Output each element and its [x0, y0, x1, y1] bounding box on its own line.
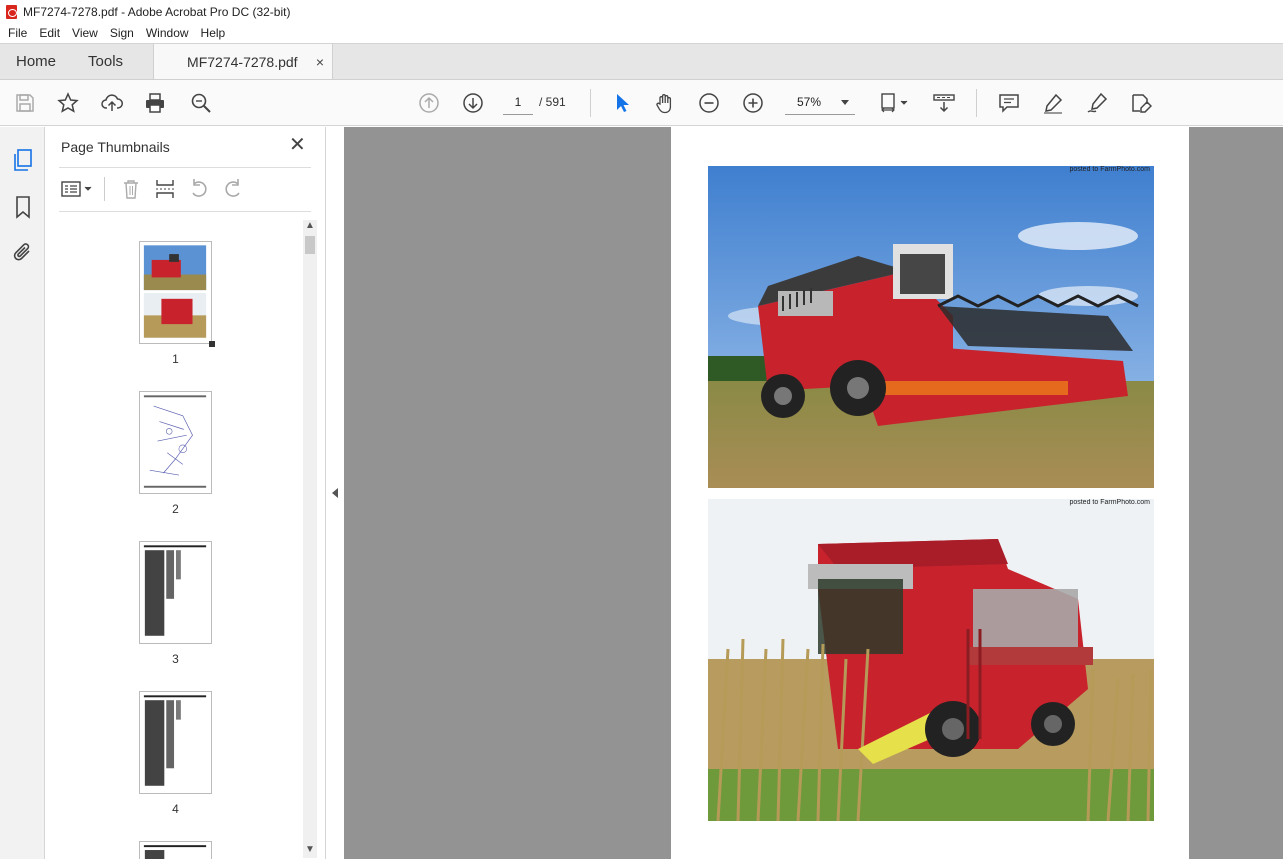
fill-sign-icon[interactable] [1085, 91, 1109, 115]
zoom-in-icon[interactable] [741, 91, 765, 115]
tab-home[interactable]: Home [0, 44, 72, 79]
bookmarks-icon[interactable] [11, 195, 35, 219]
menu-view[interactable]: View [66, 26, 104, 40]
thumbnail-scrollbar[interactable]: ▲ ▼ [303, 220, 317, 858]
document-view[interactable]: posted to FarmPhoto.com posted to FarmPh… [344, 127, 1283, 859]
hand-tool-icon[interactable] [653, 91, 677, 115]
menu-bar: File Edit View Sign Window Help [0, 23, 1283, 43]
rotate-counterclockwise-icon[interactable] [188, 178, 210, 200]
close-panel-icon[interactable]: ✕ [289, 135, 306, 155]
scroll-down-icon[interactable]: ▼ [303, 844, 317, 858]
tab-document[interactable]: MF7274-7278.pdf × [153, 44, 334, 79]
scrollbar-thumb[interactable] [305, 236, 315, 254]
menu-window[interactable]: Window [140, 26, 195, 40]
select-cursor-icon[interactable] [609, 91, 633, 115]
thumbnail-label-2: 2 [172, 502, 179, 516]
tab-bar: Home Tools MF7274-7278.pdf × [0, 43, 1283, 80]
delete-page-icon[interactable] [120, 178, 142, 200]
print-icon[interactable] [143, 91, 167, 115]
photo-credit-top: posted to FarmPhoto.com [1069, 166, 1150, 173]
panel-divider [59, 167, 311, 168]
page-thumbnail-4[interactable] [139, 691, 212, 794]
collapse-arrow-icon [332, 488, 338, 498]
thumbnail-label-3: 3 [172, 652, 179, 666]
scroll-mode-icon[interactable] [932, 91, 956, 115]
menu-help[interactable]: Help [195, 26, 232, 40]
title-bar: MF7274-7278.pdf - Adobe Acrobat Pro DC (… [0, 0, 1283, 23]
acrobat-pdf-icon [6, 4, 17, 19]
combine-photo-bottom: posted to FarmPhoto.com [708, 499, 1154, 821]
next-page-icon[interactable] [461, 91, 485, 115]
attachments-paperclip-icon[interactable] [11, 240, 35, 264]
bookmark-star-icon[interactable] [56, 91, 80, 115]
close-tab-icon[interactable]: × [316, 54, 324, 70]
page-number-input[interactable]: 1 [503, 90, 533, 115]
zoom-level-select[interactable]: 57% [785, 90, 855, 115]
combine-photo-top: posted to FarmPhoto.com [708, 166, 1154, 488]
panel-tool-divider [104, 177, 105, 201]
document-tab-label: MF7274-7278.pdf [187, 53, 298, 70]
zoom-out-icon[interactable] [697, 91, 721, 115]
scroll-up-icon[interactable]: ▲ [303, 220, 317, 234]
thumbnail-label-1: 1 [172, 352, 179, 366]
pdf-page-1: posted to FarmPhoto.com posted to FarmPh… [671, 127, 1189, 859]
rotate-clockwise-icon[interactable] [222, 178, 244, 200]
menu-edit[interactable]: Edit [33, 26, 66, 40]
toolbar-divider [976, 89, 977, 117]
toolbar-divider [590, 89, 591, 117]
comment-icon[interactable] [997, 91, 1021, 115]
page-thumbnail-3[interactable] [139, 541, 212, 644]
upload-cloud-icon[interactable] [100, 91, 124, 115]
zoom-level-value: 57% [797, 95, 822, 109]
menu-file[interactable]: File [2, 26, 33, 40]
panel-divider [59, 211, 311, 212]
page-total: / 591 [539, 95, 566, 109]
page-thumbnail-2[interactable] [139, 391, 212, 494]
page-thumbnails-icon[interactable] [11, 148, 35, 172]
thumbnail-label-4: 4 [172, 802, 179, 816]
page-thumbnails-panel: Page Thumbnails ✕ 1 2 3 4 ▲ ▼ [45, 127, 326, 859]
window-title: MF7274-7278.pdf - Adobe Acrobat Pro DC (… [23, 4, 291, 19]
edit-pdf-icon[interactable] [1129, 91, 1153, 115]
page-thumbnail-1[interactable] [139, 241, 215, 347]
tab-tools[interactable]: Tools [72, 44, 139, 79]
previous-page-icon[interactable] [417, 91, 441, 115]
highlight-pen-icon[interactable] [1041, 91, 1065, 115]
save-icon[interactable] [13, 91, 37, 115]
chevron-down-icon [841, 100, 849, 105]
photo-credit-bottom: posted to FarmPhoto.com [1069, 499, 1150, 506]
search-zoom-icon[interactable] [189, 91, 213, 115]
collapse-panel-handle[interactable] [326, 127, 344, 859]
menu-sign[interactable]: Sign [104, 26, 140, 40]
page-fit-icon[interactable] [876, 91, 912, 115]
navigation-rail [0, 127, 45, 859]
page-thumbnail-5[interactable] [139, 841, 212, 859]
thumbnail-options-icon[interactable] [61, 178, 97, 200]
insert-page-icon[interactable] [154, 178, 176, 200]
panel-title: Page Thumbnails [61, 139, 170, 155]
